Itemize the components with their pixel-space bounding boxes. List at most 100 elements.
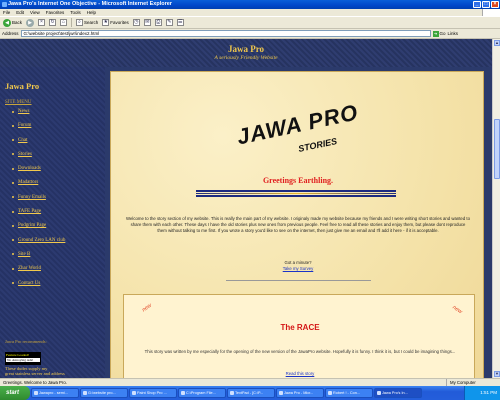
sidebar-footer-line-2: great stainless server and address: [5, 371, 65, 376]
nav-link-madattors[interactable]: Madattors: [12, 180, 65, 194]
taskbar-item[interactable]: Paint Shop Pro ...: [129, 388, 177, 398]
nav-link-funny-emails[interactable]: Funny Emails: [12, 195, 65, 209]
forward-button[interactable]: ▶: [26, 18, 35, 27]
back-arrow-icon: ◀: [3, 18, 11, 27]
taskbar-item[interactable]: Robert ! - Con...: [325, 388, 373, 398]
logo-main-text: JAWA PRO: [234, 99, 361, 150]
site-title: Jawa Pro: [227, 44, 265, 54]
taskbar: start Jawapro - semi... G:\website pro..…: [0, 386, 500, 400]
system-tray-clock: 1:51 PM: [464, 386, 500, 400]
mail-icon[interactable]: ✉: [143, 19, 151, 26]
menu-favorites[interactable]: Favorites: [46, 9, 65, 16]
page-viewport: Jawa Pro A seriously Friendly Website Ja…: [0, 39, 492, 378]
close-button[interactable]: ×: [491, 1, 499, 8]
nav-link-tafe-page[interactable]: TAFE Page: [12, 209, 65, 223]
discuss-icon[interactable]: ☰: [176, 19, 184, 26]
search-button[interactable]: ⌕ Search: [76, 19, 98, 26]
nav-link-podgrim-page[interactable]: Podgrim Page: [12, 223, 65, 237]
history-icon[interactable]: ◷: [132, 19, 140, 26]
vertical-scrollbar[interactable]: ▲ ▼: [492, 39, 500, 378]
back-button[interactable]: ◀ Back: [3, 18, 23, 27]
badge-line-1: Feature Loaded!: [6, 353, 30, 357]
window-title: Jawa Pro's Internet One Objective - Micr…: [8, 1, 172, 7]
menu-tools[interactable]: Tools: [70, 9, 81, 16]
search-label: Search: [84, 20, 99, 25]
sidebar-title: Jawa Pro: [5, 81, 40, 91]
windows-logo: [482, 9, 500, 16]
taskbar-item-active[interactable]: Jawa Pro's In...: [374, 388, 422, 398]
stop-icon[interactable]: ×: [38, 19, 46, 26]
story-description: This story was written by me especially …: [144, 349, 456, 354]
menu-bar: File Edit View Favorites Tools Help: [0, 9, 500, 16]
nav-link-downloads[interactable]: Downloads: [12, 166, 65, 180]
star-icon: ★: [102, 19, 110, 26]
site-menu: News Forum Chat Stories Downloads Madatt…: [12, 109, 65, 295]
minimize-button[interactable]: _: [473, 1, 481, 8]
host-badge[interactable]: Feature Loaded! No Annoying Ads!: [5, 352, 41, 365]
main-content: JAWA PRO STORIES Greetings Earthling. We…: [105, 67, 492, 378]
back-label: Back: [12, 20, 23, 25]
taskbar-item[interactable]: C:\Program File...: [178, 388, 226, 398]
address-input[interactable]: G:\website project\test\jwr\index2.html: [20, 30, 431, 37]
sidebar-footer: These dudes supply my great stainless se…: [5, 366, 105, 376]
browser-toolbar: ◀ Back ▶ × ↻ ⌂ ⌕ Search ★ Favorites ◷ ✉ …: [0, 16, 500, 29]
nav-link-zhar-world[interactable]: Zhar World: [12, 266, 65, 280]
nav-link-site-b[interactable]: Site B: [12, 252, 65, 266]
toolbar-separator: [71, 18, 73, 27]
site-header: Jawa Pro A seriously Friendly Website: [0, 39, 492, 67]
nav-link-chat[interactable]: Chat: [12, 138, 65, 152]
window-controls: _ □ ×: [473, 1, 499, 8]
go-label: Go: [439, 31, 446, 36]
scroll-thumb[interactable]: [494, 119, 500, 179]
start-button[interactable]: start: [0, 386, 30, 400]
new-badge-left: new: [141, 302, 153, 314]
scroll-down-icon[interactable]: ▼: [494, 371, 500, 377]
taskbar-item[interactable]: G:\website pro...: [80, 388, 128, 398]
address-bar: Address G:\website project\test\jwr\inde…: [0, 29, 500, 39]
forward-arrow-icon: ▶: [26, 18, 35, 27]
go-arrow-icon: ➔: [432, 30, 439, 37]
menu-edit[interactable]: Edit: [16, 9, 24, 16]
survey-link[interactable]: Take my Survey: [283, 266, 314, 271]
status-bar: Greetings. Welcome to Jawa Pro. My Compu…: [0, 378, 500, 386]
divider: [226, 280, 371, 281]
favorites-button[interactable]: ★ Favorites: [102, 19, 129, 26]
decorative-divider: [196, 190, 396, 197]
survey-block: Got a minute? Take my Survey: [111, 260, 485, 271]
story-card: new new The RACE This story was written …: [123, 294, 475, 378]
scroll-up-icon[interactable]: ▲: [494, 40, 500, 46]
story-title: The RACE: [280, 323, 320, 332]
recommends-label: Jawa Pro recommends:: [5, 339, 47, 344]
site-menu-label: SITE MENU: [5, 100, 32, 105]
links-button[interactable]: Links: [448, 31, 459, 36]
nav-link-news[interactable]: News: [12, 109, 65, 123]
menu-view[interactable]: View: [30, 9, 40, 16]
intro-paragraph: Welcome to the story section of my websi…: [126, 216, 470, 233]
taskbar-item[interactable]: TextPad - [C:\P...: [227, 388, 275, 398]
home-icon[interactable]: ⌂: [60, 19, 68, 26]
menu-file[interactable]: File: [3, 9, 10, 16]
greeting-heading: Greetings Earthling.: [262, 176, 334, 185]
go-button[interactable]: ➔ Go: [432, 30, 446, 37]
taskbar-item[interactable]: Jawa Pro - Micr...: [276, 388, 324, 398]
refresh-icon[interactable]: ↻: [49, 19, 57, 26]
site-sidebar: Jawa Pro SITE MENU News Forum Chat Stori…: [0, 67, 105, 378]
window-titlebar[interactable]: Jawa Pro's Internet One Objective - Micr…: [0, 0, 500, 9]
logo-sub-text: STORIES: [297, 136, 338, 154]
address-label: Address: [2, 31, 19, 36]
badge-line-2: No Annoying Ads!: [6, 358, 40, 362]
menu-help[interactable]: Help: [87, 9, 96, 16]
taskbar-item[interactable]: Jawapro - semi...: [31, 388, 79, 398]
nav-link-stories[interactable]: Stories: [12, 152, 65, 166]
maximize-button[interactable]: □: [482, 1, 490, 8]
status-text: Greetings. Welcome to Jawa Pro.: [3, 380, 67, 385]
nav-link-contact-us[interactable]: Contact Us: [12, 281, 65, 295]
print-icon[interactable]: ⎙: [154, 19, 162, 26]
stories-logo: JAWA PRO STORIES: [234, 99, 366, 160]
ie-icon: [2, 2, 7, 7]
content-panel: JAWA PRO STORIES Greetings Earthling. We…: [110, 71, 484, 378]
nav-link-forum[interactable]: Forum: [12, 123, 65, 137]
edit-icon[interactable]: ✎: [165, 19, 173, 26]
read-story-link[interactable]: Read this story: [124, 371, 476, 376]
nav-link-ground-zero[interactable]: Ground Zero LAN club: [12, 238, 65, 252]
